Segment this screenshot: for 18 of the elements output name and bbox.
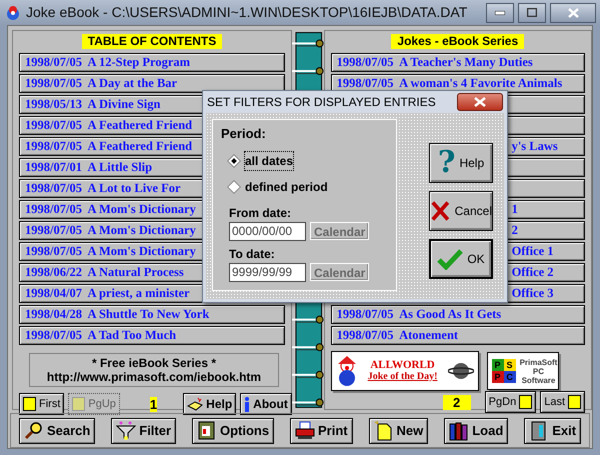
field-label: To date: <box>229 246 276 262</box>
page-number: 2 <box>442 394 471 410</box>
logo-text: Software <box>520 376 556 384</box>
logo-letter: P <box>492 359 504 371</box>
logo-letter: C <box>504 371 516 383</box>
contents-heading: TABLE OF CONTENTS <box>82 34 222 49</box>
logo-slogan: Joke of the Day! <box>368 371 438 383</box>
series-heading: Jokes - eBook Series <box>391 34 524 49</box>
logo-letter: S <box>504 359 516 371</box>
window-title: Joke eBook - C:\USERS\ADMINI~1.WIN\DESKTOP\16IEJB\DATA.DAT <box>26 3 468 22</box>
help-icon: ? <box>438 148 456 178</box>
banner-line: http://www.primasoft.com/iebook.htm <box>46 370 262 384</box>
logo-brand: ALLWORLD <box>370 359 435 371</box>
logo-text: PC <box>532 366 546 376</box>
page-number: 1 <box>150 396 158 412</box>
banner-line: * Free ieBook Series * <box>90 356 218 370</box>
logo-letter: P <box>492 371 504 383</box>
logo-text: PrimaSoft <box>520 358 558 366</box>
